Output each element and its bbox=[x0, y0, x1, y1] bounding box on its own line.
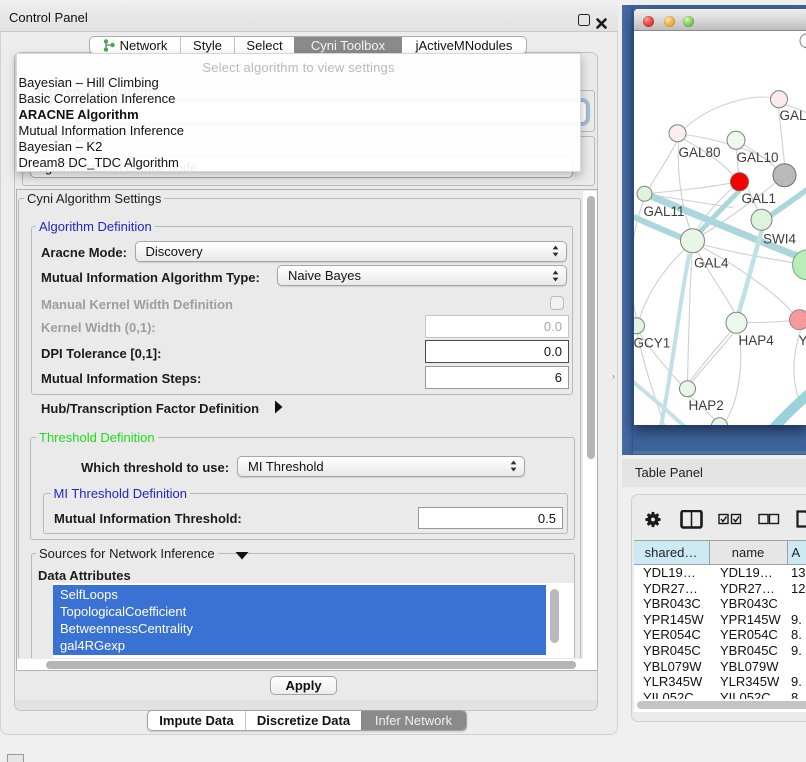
svg-text:GAL10: GAL10 bbox=[736, 149, 778, 164]
svg-text:SWI4: SWI4 bbox=[763, 231, 796, 246]
svg-text:GCY1: GCY1 bbox=[634, 335, 670, 350]
svg-text:GAL2: GAL2 bbox=[779, 107, 806, 122]
svg-text:YM: YM bbox=[798, 332, 806, 347]
svg-text:GAL1: GAL1 bbox=[741, 190, 776, 205]
svg-text:HAP4: HAP4 bbox=[738, 332, 774, 347]
svg-text:HAP2: HAP2 bbox=[688, 397, 723, 412]
svg-text:GAL80: GAL80 bbox=[678, 144, 720, 159]
svg-text:GAL11: GAL11 bbox=[643, 203, 684, 218]
svg-text:GAL4: GAL4 bbox=[694, 255, 729, 270]
